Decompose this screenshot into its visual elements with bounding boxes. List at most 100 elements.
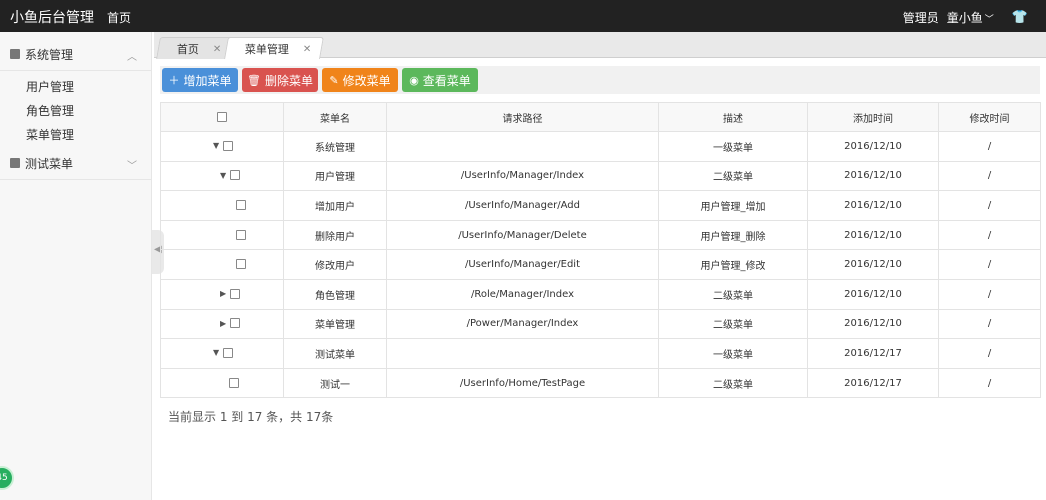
cell-path: /Role/Manager/Index bbox=[386, 278, 659, 310]
cell-name: 删除用户 bbox=[283, 219, 387, 251]
cell-modified: / bbox=[938, 190, 1041, 221]
sidebar-group-test[interactable]: 测试菜单 ﹀ bbox=[0, 147, 151, 179]
plus-icon: ＋ bbox=[168, 74, 180, 87]
menu-table: 菜单名 请求路径 描述 添加时间 修改时间 ▼ 系统管理 一级菜单 2016/1… bbox=[160, 102, 1041, 399]
cell-added: 2016/12/10 bbox=[807, 190, 939, 221]
expanded-arrow-icon[interactable]: ▼ bbox=[213, 141, 222, 150]
cell-path: /Power/Manager/Index bbox=[386, 308, 659, 340]
collapsed-arrow-icon[interactable]: ▶ bbox=[220, 319, 229, 328]
trash-icon: 🗑 bbox=[247, 73, 261, 87]
menu-group-icon bbox=[10, 158, 20, 168]
expanded-arrow-icon[interactable]: ▼ bbox=[220, 171, 229, 180]
cell-modified: / bbox=[938, 278, 1041, 310]
table-row[interactable]: 修改用户 /UserInfo/Manager/Edit 用户管理_修改 2016… bbox=[160, 249, 1041, 280]
cell-added: 2016/12/10 bbox=[807, 308, 939, 340]
col-header-desc[interactable]: 描述 bbox=[658, 102, 808, 132]
add-menu-button[interactable]: ＋增加菜单 bbox=[162, 68, 238, 92]
cell-modified: / bbox=[938, 338, 1041, 369]
checkbox[interactable] bbox=[236, 259, 246, 270]
sidebar-item-menus[interactable]: 菜单管理 bbox=[0, 123, 151, 147]
table-row[interactable]: 删除用户 /UserInfo/Manager/Delete 用户管理_删除 20… bbox=[160, 219, 1041, 251]
eye-icon: ◉ bbox=[409, 73, 419, 87]
theme-shirt-icon[interactable]: 👕 bbox=[1012, 10, 1028, 25]
tab-menu-manage[interactable]: 菜单管理 ✕ bbox=[224, 37, 325, 59]
cell-added: 2016/12/17 bbox=[807, 367, 939, 399]
cell-desc: 用户管理_修改 bbox=[658, 249, 808, 280]
cell-name: 修改用户 bbox=[283, 249, 387, 280]
cell-name: 菜单管理 bbox=[283, 308, 387, 340]
expanded-arrow-icon[interactable]: ▼ bbox=[213, 348, 222, 357]
close-icon[interactable]: ✕ bbox=[213, 43, 221, 54]
user-menu[interactable]: 童小鱼 ﹀ bbox=[947, 9, 994, 26]
cell-path: /UserInfo/Manager/Delete bbox=[386, 219, 659, 251]
view-menu-button[interactable]: ◉ 查看菜单 bbox=[402, 68, 478, 92]
cell-desc: 用户管理_增加 bbox=[658, 190, 808, 221]
tab-label: 菜单管理 bbox=[244, 42, 289, 56]
cell-modified: / bbox=[938, 308, 1041, 340]
table-header-row: 菜单名 请求路径 描述 添加时间 修改时间 bbox=[160, 102, 1041, 132]
cell-path: /UserInfo/Manager/Index bbox=[386, 160, 659, 192]
table-row[interactable]: ▼ 测试菜单 一级菜单 2016/12/17 / bbox=[160, 338, 1041, 369]
sidebar-item-users[interactable]: 用户管理 bbox=[0, 75, 151, 99]
checkbox[interactable] bbox=[230, 170, 240, 181]
menu-table-wrap: 菜单名 请求路径 描述 添加时间 修改时间 ▼ 系统管理 一级菜单 2016/1… bbox=[160, 102, 1041, 399]
cell-modified: / bbox=[938, 219, 1041, 251]
delete-menu-button[interactable]: 🗑 删除菜单 bbox=[242, 68, 318, 92]
nav-home-link[interactable]: 首页 bbox=[107, 9, 131, 26]
col-header-name[interactable]: 菜单名 bbox=[283, 102, 387, 132]
table-row[interactable]: ▶ 菜单管理 /Power/Manager/Index 二级菜单 2016/12… bbox=[160, 308, 1041, 340]
cell-name: 系统管理 bbox=[283, 131, 387, 162]
chevron-down-icon: ﹀ bbox=[984, 15, 994, 25]
cell-added: 2016/12/10 bbox=[807, 160, 939, 192]
cell-added: 2016/12/10 bbox=[807, 131, 939, 162]
cell-desc: 一级菜单 bbox=[658, 338, 808, 369]
checkbox[interactable] bbox=[217, 111, 227, 122]
checkbox[interactable] bbox=[223, 347, 233, 358]
table-row[interactable]: 测试一 /UserInfo/Home/TestPage 二级菜单 2016/12… bbox=[160, 367, 1041, 399]
checkbox[interactable] bbox=[230, 318, 240, 329]
cell-added: 2016/12/10 bbox=[807, 278, 939, 310]
user-area: 管理员 童小鱼 ﹀ 👕 bbox=[903, 9, 1028, 26]
cell-path bbox=[386, 131, 659, 162]
edit-menu-button[interactable]: ✎ 修改菜单 bbox=[322, 68, 398, 92]
table-row[interactable]: ▼ 用户管理 /UserInfo/Manager/Index 二级菜单 2016… bbox=[160, 160, 1041, 192]
cell-desc: 一级菜单 bbox=[658, 131, 808, 162]
user-name: 童小鱼 bbox=[946, 11, 983, 25]
checkbox[interactable] bbox=[236, 199, 246, 210]
close-icon[interactable]: ✕ bbox=[303, 43, 311, 54]
cell-name: 增加用户 bbox=[283, 190, 387, 221]
cell-modified: / bbox=[938, 249, 1041, 280]
col-header-added[interactable]: 添加时间 bbox=[807, 102, 939, 132]
pagination-info: 当前显示 1 到 17 条，共 17条 bbox=[168, 410, 334, 424]
collapsed-arrow-icon[interactable]: ▶ bbox=[220, 289, 229, 298]
table-row[interactable]: 增加用户 /UserInfo/Manager/Add 用户管理_增加 2016/… bbox=[160, 190, 1041, 221]
cell-desc: 二级菜单 bbox=[658, 367, 808, 399]
checkbox[interactable] bbox=[230, 288, 240, 299]
col-header-path[interactable]: 请求路径 bbox=[386, 102, 659, 132]
tab-bar: 首页 ✕ 菜单管理 ✕ bbox=[154, 32, 1046, 59]
brand-title[interactable]: 小鱼后台管理 bbox=[10, 7, 94, 27]
sidebar: 系统管理 ︿ 用户管理 角色管理 菜单管理 测试菜单 ﹀ bbox=[0, 32, 152, 500]
cell-desc: 二级菜单 bbox=[658, 160, 808, 192]
header-select-all[interactable] bbox=[160, 102, 284, 132]
cell-added: 2016/12/10 bbox=[807, 219, 939, 251]
cell-modified: / bbox=[938, 160, 1041, 192]
sidebar-group-label: 系统管理 bbox=[25, 47, 74, 62]
checkbox[interactable] bbox=[229, 377, 239, 388]
table-row[interactable]: ▼ 系统管理 一级菜单 2016/12/10 / bbox=[160, 131, 1041, 162]
checkbox[interactable] bbox=[223, 140, 233, 151]
tab-label: 首页 bbox=[176, 42, 199, 56]
cell-name: 测试一 bbox=[283, 367, 387, 399]
cell-added: 2016/12/17 bbox=[807, 338, 939, 369]
cell-path bbox=[386, 338, 659, 369]
table-row[interactable]: ▶ 角色管理 /Role/Manager/Index 二级菜单 2016/12/… bbox=[160, 278, 1041, 310]
checkbox[interactable] bbox=[236, 229, 246, 240]
cell-desc: 二级菜单 bbox=[658, 308, 808, 340]
pencil-icon: ✎ bbox=[329, 73, 339, 87]
sidebar-group-system[interactable]: 系统管理 ︿ bbox=[0, 38, 151, 70]
chevron-up-icon: ︿ bbox=[127, 52, 137, 63]
tab-home[interactable]: 首页 ✕ bbox=[156, 37, 235, 59]
col-header-modified[interactable]: 修改时间 bbox=[938, 102, 1041, 132]
top-navbar: 小鱼后台管理 首页 管理员 童小鱼 ﹀ 👕 bbox=[0, 0, 1046, 32]
sidebar-item-roles[interactable]: 角色管理 bbox=[0, 99, 151, 123]
